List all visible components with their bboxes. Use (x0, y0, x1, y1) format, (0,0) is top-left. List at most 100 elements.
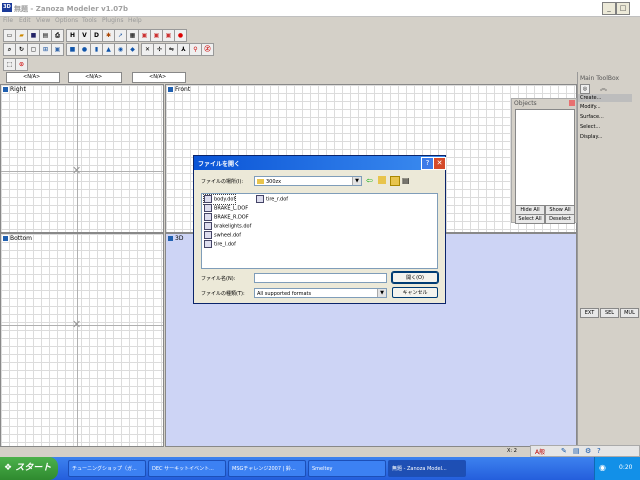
objects-list[interactable] (515, 109, 575, 206)
selector-1[interactable]: <N/A> (6, 72, 60, 83)
viewport-right[interactable]: Right ✕ (0, 84, 164, 233)
toolbox-collapse-icon[interactable]: ︽ (600, 84, 630, 92)
deselect-button[interactable]: Deselect (545, 214, 575, 224)
file-icon (204, 231, 212, 239)
ime-help-icon[interactable]: ? (597, 447, 601, 455)
viewport-right-label: Right (3, 86, 26, 93)
ime-pad-icon[interactable]: ✎ (561, 447, 567, 455)
toolbox-select[interactable]: Select... (580, 124, 600, 130)
start-button[interactable]: ❖ スタート (0, 457, 58, 480)
selector-row: <N/A> <N/A> <N/A> (0, 71, 200, 84)
network-icon[interactable]: ◉ (599, 463, 606, 472)
list-item[interactable]: brakelights.dof (204, 222, 251, 231)
axis-horizontal (1, 325, 163, 326)
selector-3[interactable]: <N/A> (132, 72, 186, 83)
menu-tools[interactable]: Tools (82, 17, 97, 24)
toolbar-extra: ⬚ ⊙ (0, 57, 640, 71)
viewport-menu-icon[interactable] (3, 236, 8, 241)
lasso-icon[interactable]: ⊙ (15, 58, 28, 71)
clock[interactable]: 0:20 (619, 464, 632, 471)
filename-input[interactable] (254, 273, 387, 283)
ime-mode-icon[interactable]: A般 (535, 447, 545, 456)
print-icon[interactable]: ⎙ (51, 29, 64, 42)
maximize-button[interactable]: □ (616, 2, 630, 15)
main-toolbox: Main ToolBox ◎ ︽ Create... Modify... Sur… (577, 72, 640, 447)
window-title: 無題 - Zanoza Modeler v1.07b (14, 5, 129, 13)
look-in-select[interactable]: 300zx ▼ (254, 176, 362, 186)
menu-view[interactable]: View (36, 17, 50, 24)
menu-file[interactable]: File (3, 17, 13, 24)
axis-vertical (77, 234, 78, 446)
selector-2[interactable]: <N/A> (68, 72, 122, 83)
title-bar: 3D 無題 - Zanoza Modeler v1.07b _ □ (0, 0, 640, 17)
look-in-label: ファイルの場所(I): (201, 179, 244, 185)
toolbox-pin-icon[interactable]: ◎ (580, 84, 590, 94)
viewport-menu-icon[interactable] (3, 87, 8, 92)
file-icon (204, 204, 212, 212)
list-item[interactable]: body.dof (202, 194, 237, 205)
chevron-down-icon[interactable]: ▼ (377, 289, 386, 297)
toolbox-create[interactable]: Create... (578, 94, 632, 102)
taskbar-item-zanoza[interactable]: 無題 - Zanoza Model... (388, 460, 466, 477)
select-all-button[interactable]: Select All (515, 214, 545, 224)
tab-sel[interactable]: SEL (600, 308, 619, 318)
filetype-label: ファイルの種類(T): (201, 291, 245, 297)
toolbox-modify[interactable]: Modify... (580, 104, 601, 110)
chevron-down-icon[interactable]: ▼ (352, 177, 361, 185)
menu-options[interactable]: Options (55, 17, 78, 24)
close-icon[interactable]: ✕ (433, 157, 446, 170)
list-item[interactable]: swheel.dof (204, 231, 241, 240)
toolbox-display[interactable]: Display... (580, 134, 603, 140)
menu-edit[interactable]: Edit (19, 17, 31, 24)
filetype-select[interactable]: All supported formats ▼ (254, 288, 387, 298)
ime-tools-icon[interactable]: ⚙ (585, 447, 591, 455)
menu-plugins[interactable]: Plugins (102, 17, 124, 24)
open-button[interactable]: 開く(O) (391, 271, 439, 284)
file-icon (204, 213, 212, 221)
viewport-3d-label: 3D (168, 235, 183, 242)
viewport-menu-icon[interactable] (168, 87, 173, 92)
file-list[interactable]: body.dof BRAKE_L.DOF BRAKE_R.DOF brakeli… (201, 193, 438, 269)
origin-marker-icon: ✕ (72, 164, 82, 177)
toolbar-tools: ⌕ ↻ ▢ ⊞ ▣ ■ ● ▮ ▲ ◉ ◆ ✕ ✢ ⇋ ⅄ ⚲ Ⓩ (0, 42, 640, 56)
taskbar-item-msg[interactable]: MSGチャレンジ2007 | 鈴... (228, 460, 306, 477)
up-folder-icon[interactable] (378, 176, 386, 184)
file-icon (256, 195, 264, 203)
close-icon[interactable] (569, 100, 575, 106)
tab-mul[interactable]: MUL (620, 308, 639, 318)
list-item[interactable]: tire_l.dof (204, 240, 236, 249)
taskbar-item-dec[interactable]: DEC サーキットイベント... (148, 460, 226, 477)
new-folder-icon[interactable] (390, 176, 400, 186)
minimize-button[interactable]: _ (602, 2, 616, 15)
fit-view-icon[interactable]: ▣ (51, 43, 64, 56)
taskbar-item-smeltey[interactable]: Smeltey (308, 460, 386, 477)
objects-panel: Objects Hide All Show All Select All Des… (511, 98, 577, 224)
toolbar-main: ▭ ▰ ■ ▤ ⎙ H V D ✱ ➚ ▦ ▣ ▣ ▣ ● (0, 28, 640, 42)
coordinate-readout: X: 2 (507, 448, 517, 454)
taskbar-item-tuning[interactable]: チューニングショップ（ガ... (68, 460, 146, 477)
axis-horizontal (1, 171, 163, 172)
menu-help[interactable]: Help (128, 17, 142, 24)
list-item[interactable]: BRAKE_L.DOF (204, 204, 248, 213)
view-menu-icon[interactable]: ▤ (402, 176, 410, 185)
ime-toolbar: X: 2 A般 ✎ ▤ ⚙ ? (507, 445, 640, 457)
tab-ext[interactable]: EXT (580, 308, 599, 318)
dialog-title-bar: ファイルを開く ? ✕ (194, 156, 446, 170)
cancel-button[interactable]: キャンセル (392, 287, 438, 298)
dialog-title: ファイルを開く (198, 161, 241, 168)
pyramid-icon[interactable]: ◆ (126, 43, 139, 56)
file-icon (204, 222, 212, 230)
back-icon[interactable]: ⇦ (366, 176, 373, 185)
render-sphere-icon[interactable]: ● (174, 29, 187, 42)
viewport-bottom[interactable]: Bottom ✕ (0, 233, 164, 447)
taskbar: ❖ スタート チューニングショップ（ガ... DEC サーキットイベント... … (0, 457, 640, 480)
ime-dictionary-icon[interactable]: ▤ (573, 447, 580, 455)
list-item[interactable]: tire_r.dof (256, 195, 288, 204)
zanoza-z-icon[interactable]: Ⓩ (201, 43, 214, 56)
viewport-menu-icon[interactable] (168, 236, 173, 241)
objects-panel-title: Objects (514, 100, 537, 107)
folder-icon (257, 179, 264, 184)
list-item[interactable]: BRAKE_R.DOF (204, 213, 249, 222)
toolbox-surface[interactable]: Surface... (580, 114, 604, 120)
menu-bar: File Edit View Options Tools Plugins Hel… (0, 16, 640, 27)
